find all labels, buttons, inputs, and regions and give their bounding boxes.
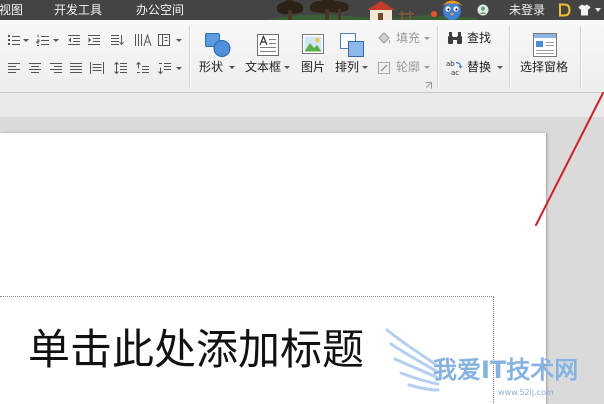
paragraph-spacing-dropdown[interactable]	[176, 67, 182, 70]
find-button-label: 查找	[467, 31, 492, 45]
find-button[interactable]: 查找	[445, 29, 497, 49]
docer-icon[interactable]	[558, 3, 571, 17]
line-spacing-icon[interactable]	[114, 61, 128, 75]
numbered-list-icon[interactable]	[36, 33, 50, 47]
watermark-url: www.52ij.com	[498, 388, 554, 397]
fill-bucket-icon	[378, 32, 391, 44]
paragraph-group	[0, 20, 188, 92]
picture-button-label: 图片	[301, 60, 326, 74]
login-status[interactable]: 未登录	[509, 0, 545, 20]
textbox-icon	[257, 34, 279, 56]
replace-icon-to: ac	[451, 69, 459, 76]
textbox-button-label: 文本框	[245, 60, 282, 74]
toolbar-banner-illustration	[266, 0, 478, 20]
align-right-icon[interactable]	[49, 61, 63, 75]
bullet-list-dropdown[interactable]	[23, 39, 29, 42]
selection-pane-button-label: 选择窗格	[520, 60, 569, 74]
annotation-arrow-line	[535, 92, 604, 226]
shape-dropdown-arrow[interactable]	[229, 66, 235, 69]
paragraph-spacing-before-icon[interactable]	[136, 61, 150, 75]
replace-dropdown-arrow[interactable]	[497, 66, 503, 69]
fill-button[interactable]: 填充	[374, 29, 432, 49]
text-direction-icon[interactable]	[110, 33, 124, 47]
arrange-button[interactable]: 排列	[334, 30, 372, 88]
dialog-launcher-icon[interactable]	[425, 82, 432, 89]
user-avatar-icon[interactable]	[477, 4, 489, 16]
fill-button-label: 填充	[396, 31, 421, 45]
tab-view[interactable]: 视图	[0, 0, 23, 20]
menu-bar: 视图 开发工具 办公空间 未登录	[0, 0, 604, 20]
chevron-down-icon[interactable]	[595, 8, 601, 12]
picture-button[interactable]: 图片	[299, 30, 327, 88]
tab-office-space[interactable]: 办公空间	[136, 0, 184, 20]
text-columns-icon[interactable]	[134, 33, 152, 47]
title-placeholder-text[interactable]: 单击此处添加标题	[28, 326, 364, 374]
outline-dropdown-arrow[interactable]	[424, 66, 430, 69]
decrease-indent-icon[interactable]	[67, 33, 81, 47]
ribbon-separator	[509, 26, 511, 88]
textbox-button[interactable]: 文本框	[244, 30, 292, 88]
arrange-icon	[340, 33, 364, 57]
watermark-wing-logo	[385, 328, 440, 392]
bullet-list-icon[interactable]	[7, 33, 21, 47]
shapes-icon	[205, 33, 231, 57]
increase-indent-icon[interactable]	[87, 33, 101, 47]
fill-dropdown-arrow[interactable]	[424, 37, 430, 40]
replace-icon-from: ab	[446, 60, 455, 68]
text-box-align-dropdown[interactable]	[176, 39, 182, 42]
outline-pen-icon	[378, 62, 390, 74]
replace-button[interactable]: ab ac 替换	[445, 58, 505, 78]
tab-developer-tools[interactable]: 开发工具	[54, 0, 102, 20]
shape-button-label: 形状	[199, 60, 224, 74]
text-box-align-icon[interactable]	[157, 33, 171, 47]
binoculars-icon	[448, 32, 462, 44]
replace-button-label: 替换	[467, 60, 492, 74]
selection-pane-button[interactable]: 选择窗格	[518, 30, 572, 88]
ribbon-separator	[580, 26, 582, 88]
numbered-list-dropdown[interactable]	[53, 39, 59, 42]
outline-button[interactable]: 轮廓	[374, 58, 432, 78]
ribbon-separator	[437, 26, 439, 88]
arrange-dropdown-arrow[interactable]	[362, 66, 368, 69]
watermark-site-name: 我爱IT技术网	[433, 356, 579, 384]
textbox-dropdown-arrow[interactable]	[284, 66, 290, 69]
align-center-icon[interactable]	[28, 61, 42, 75]
ribbon-toolbar: 形状 文本框 图片 排列 填充 轮廓 查找 ab ac 替换 选择窗格	[0, 20, 604, 93]
paragraph-spacing-after-icon[interactable]	[158, 61, 172, 75]
tab-strip-area	[0, 93, 604, 117]
outline-button-label: 轮廓	[396, 60, 421, 74]
skin-icon[interactable]	[578, 4, 591, 16]
align-left-icon[interactable]	[7, 61, 21, 75]
arrange-button-label: 排列	[335, 60, 360, 74]
ribbon-separator	[189, 26, 191, 88]
shape-button[interactable]: 形状	[198, 30, 238, 88]
justify-icon[interactable]	[69, 61, 83, 75]
replace-icon: ab ac	[446, 60, 463, 76]
picture-icon	[302, 34, 324, 54]
selection-pane-icon	[533, 33, 557, 57]
distributed-align-icon[interactable]	[89, 61, 105, 75]
